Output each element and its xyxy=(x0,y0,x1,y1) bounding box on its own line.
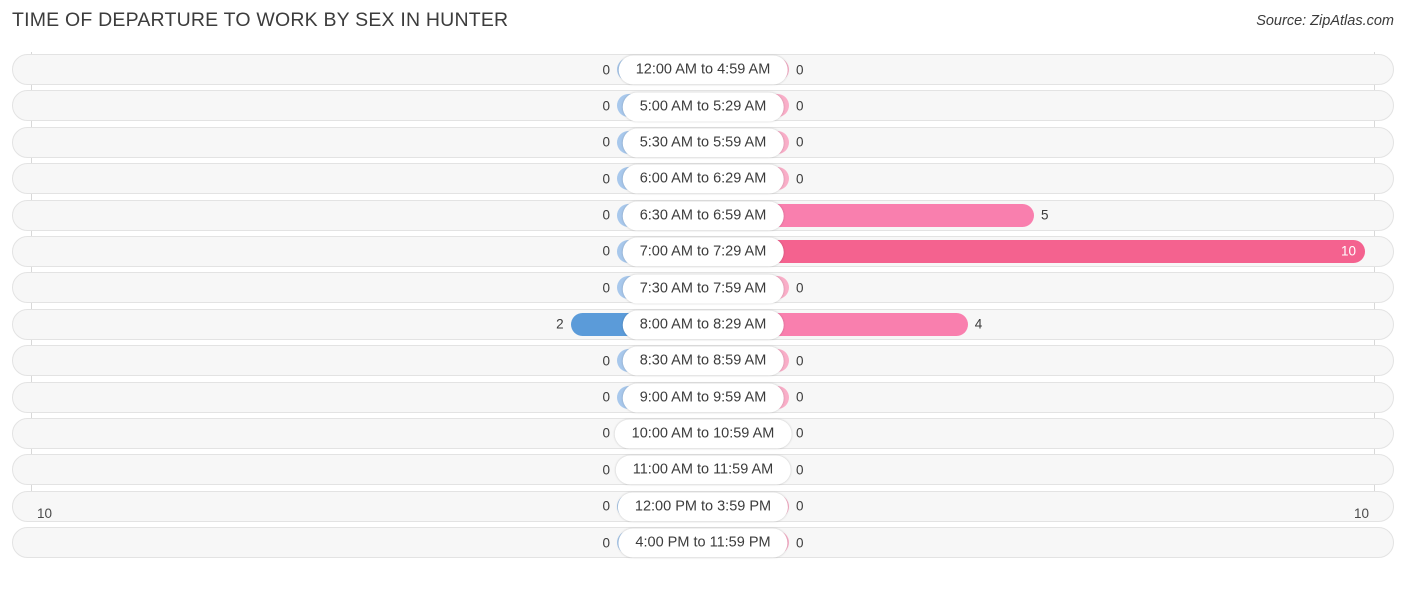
male-value-label: 0 xyxy=(602,98,610,114)
axis-tick-right: 10 xyxy=(1353,506,1369,521)
category-label: 5:30 AM to 5:59 AM xyxy=(622,128,784,158)
category-label: 7:30 AM to 7:59 AM xyxy=(622,274,784,304)
source-attribution: Source: ZipAtlas.com xyxy=(1256,13,1394,29)
male-value-label: 0 xyxy=(602,243,610,259)
female-value-label: 0 xyxy=(796,425,804,441)
category-label: 10:00 AM to 10:59 AM xyxy=(614,419,792,449)
female-value-label: 4 xyxy=(974,316,983,332)
female-value-label: 5 xyxy=(1041,207,1049,223)
female-value-label: 0 xyxy=(796,462,804,478)
male-half: 0 xyxy=(12,421,703,445)
chart-row: 0 0 8:30 AM to 8:59 AM xyxy=(0,343,1406,379)
female-value-label: 0 xyxy=(796,280,804,296)
male-half: 0 xyxy=(12,385,703,409)
chart-header: TIME OF DEPARTURE TO WORK BY SEX IN HUNT… xyxy=(0,0,1406,44)
male-value-label: 0 xyxy=(602,207,610,223)
male-half: 0 xyxy=(12,458,703,482)
female-bar[interactable]: 10 xyxy=(703,239,1365,263)
chart-row: 0 0 7:30 AM to 7:59 AM xyxy=(0,270,1406,306)
female-half: 0 xyxy=(703,94,1394,118)
female-half: 0 xyxy=(703,167,1394,191)
female-half: 5 xyxy=(703,203,1394,227)
female-half: 0 xyxy=(703,276,1394,300)
male-value-label: 0 xyxy=(602,134,610,150)
female-value-label: 0 xyxy=(796,134,804,150)
male-value-label: 2 xyxy=(556,316,564,332)
category-label: 12:00 AM to 4:59 AM xyxy=(618,55,788,85)
male-value-label: 0 xyxy=(602,462,610,478)
page-title: TIME OF DEPARTURE TO WORK BY SEX IN HUNT… xyxy=(12,9,509,31)
category-label: 11:00 AM to 11:59 AM xyxy=(615,455,791,485)
plot-area: 0 0 12:00 AM to 4:59 AM 0 0 5:00 AM to 5:29 A… xyxy=(0,44,1406,559)
chart-row: 0 10 7:00 AM to 7:29 AM xyxy=(0,234,1406,270)
female-value-label: 0 xyxy=(796,171,804,187)
male-half: 0 xyxy=(12,167,703,191)
male-half: 0 xyxy=(12,58,703,81)
bar-rows: 0 0 12:00 AM to 4:59 AM 0 0 5:00 AM to 5:29 A… xyxy=(0,52,1406,561)
female-value-label: 0 xyxy=(796,353,804,369)
chart-row: 0 0 6:00 AM to 6:29 AM xyxy=(0,161,1406,197)
male-half: 0 xyxy=(12,276,703,300)
female-half: 0 xyxy=(703,349,1394,373)
male-value-label: 0 xyxy=(602,62,610,77)
male-half: 0 xyxy=(12,349,703,373)
axis-tick-left: 10 xyxy=(37,506,53,521)
category-label: 7:00 AM to 7:29 AM xyxy=(622,237,784,267)
female-value-label: 0 xyxy=(796,389,804,405)
female-value-label: 0 xyxy=(796,62,804,77)
female-half: 10 xyxy=(703,239,1394,263)
male-half: 0 xyxy=(12,130,703,154)
male-value-label: 0 xyxy=(602,425,610,441)
female-half: 0 xyxy=(703,130,1394,154)
chart-row: 0 5 6:30 AM to 6:59 AM xyxy=(0,198,1406,234)
female-half: 0 xyxy=(703,385,1394,409)
female-half: 0 xyxy=(703,421,1394,445)
male-value-label: 0 xyxy=(602,280,610,296)
female-half: 0 xyxy=(703,58,1394,81)
male-value-label: 0 xyxy=(602,353,610,369)
chart-row: 0 0 5:00 AM to 5:29 AM xyxy=(0,88,1406,124)
male-value-label: 0 xyxy=(602,171,610,187)
category-label: 8:00 AM to 8:29 AM xyxy=(622,310,784,340)
female-half: 0 xyxy=(703,458,1394,482)
category-label: 6:00 AM to 6:29 AM xyxy=(622,164,784,194)
female-value-label: 10 xyxy=(1340,243,1356,259)
category-label: 12:00 PM to 3:59 PM xyxy=(617,492,789,522)
category-label: 6:30 AM to 6:59 AM xyxy=(622,201,784,231)
chart-row: 0 0 11:00 AM to 11:59 AM xyxy=(0,452,1406,488)
male-half: 0 xyxy=(12,239,703,263)
chart-row: 0 0 9:00 AM to 9:59 AM xyxy=(0,380,1406,416)
category-label: 5:00 AM to 5:29 AM xyxy=(622,92,784,122)
chart-row: 2 4 8:00 AM to 8:29 AM xyxy=(0,307,1406,343)
chart-row: 0 0 10:00 AM to 10:59 AM xyxy=(0,416,1406,452)
chart-row: 0 0 5:30 AM to 5:59 AM xyxy=(0,125,1406,161)
male-value-label: 0 xyxy=(602,389,610,405)
chart-page: TIME OF DEPARTURE TO WORK BY SEX IN HUNT… xyxy=(0,0,1406,595)
male-half: 2 xyxy=(12,312,703,336)
female-value-label: 0 xyxy=(796,98,804,114)
male-half: 0 xyxy=(12,203,703,227)
category-label: 9:00 AM to 9:59 AM xyxy=(622,383,784,413)
female-half: 4 xyxy=(703,312,1394,336)
chart-row: 0 0 12:00 AM to 4:59 AM xyxy=(0,52,1406,88)
male-half: 0 xyxy=(12,94,703,118)
category-label: 8:30 AM to 8:59 AM xyxy=(622,346,784,376)
category-label: 4:00 PM to 11:59 PM xyxy=(618,528,788,558)
